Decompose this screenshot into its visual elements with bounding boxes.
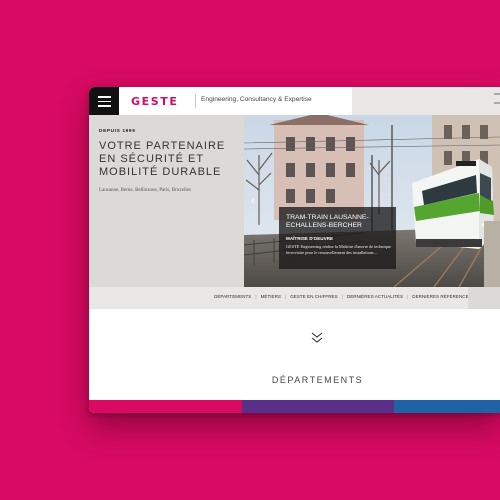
edge-mark <box>494 102 500 104</box>
departments-heading: Départements <box>271 375 364 385</box>
double-chevron-down-icon[interactable] <box>311 332 323 344</box>
caption-title: TRAM-TRAIN LAUSANNE-ECHALLENS-BERCHER <box>286 214 369 229</box>
menu-button[interactable] <box>89 87 119 115</box>
cities-list: Lausanne, Berne, Bellinzone, Paris, Brux… <box>99 188 191 193</box>
since-label: DEPUIS 1999 <box>99 129 136 134</box>
hamburger-icon <box>98 100 111 103</box>
hamburger-icon <box>98 96 111 98</box>
nav-separator: | <box>255 294 257 299</box>
nav-separator: | <box>407 294 409 299</box>
department-strip-2[interactable] <box>242 400 394 413</box>
edge-mark <box>494 93 500 95</box>
nav-separator: | <box>341 294 343 299</box>
hero-photo: ‹ TRAM-TRAIN LAUSANNE-ECHALLENS-BERCHER … <box>244 115 500 287</box>
top-bar: GESTE Engineering, Consultancy & Experti… <box>89 87 500 115</box>
caption-body: GESTE Engineering réalise la Maîtrise d'… <box>286 244 391 255</box>
department-strip-3[interactable] <box>394 400 500 413</box>
section-nav-end <box>468 287 500 309</box>
logo[interactable]: GESTE <box>131 95 178 108</box>
nav-figures[interactable]: Geste en chiffres <box>290 294 337 299</box>
nav-separator: | <box>284 294 287 299</box>
section-nav-items: Départements | Métiers | Geste en chiffr… <box>214 294 472 299</box>
hamburger-icon <box>98 105 111 107</box>
nav-metiers[interactable]: Métiers <box>261 294 281 299</box>
section-nav: Départements | Métiers | Geste en chiffr… <box>89 287 500 309</box>
tagline: Engineering, Consultancy & Expertise <box>201 96 312 103</box>
brand-area: GESTE Engineering, Consultancy & Experti… <box>119 87 352 115</box>
nav-news[interactable]: Dernières actualités <box>347 294 403 299</box>
project-caption[interactable]: TRAM-TRAIN LAUSANNE-ECHALLENS-BERCHER MA… <box>279 207 396 269</box>
caption-subtitle: MAÎTRISE D'OEUVRE <box>286 236 334 241</box>
hero-headline: VOTRE PARTENAIRE EN SÉCURITÉ ET MOBILITÉ… <box>99 140 226 178</box>
nav-departments[interactable]: Départements <box>214 294 251 299</box>
nav-references[interactable]: Dernières références <box>412 294 471 299</box>
department-strip-1[interactable] <box>89 400 242 413</box>
chevron-left-icon[interactable]: ‹ <box>251 195 255 207</box>
logo-divider <box>195 94 196 108</box>
hero-text-panel: DEPUIS 1999 VOTRE PARTENAIRE EN SÉCURITÉ… <box>89 115 244 287</box>
website-mockup: GESTE Engineering, Consultancy & Experti… <box>89 87 500 413</box>
